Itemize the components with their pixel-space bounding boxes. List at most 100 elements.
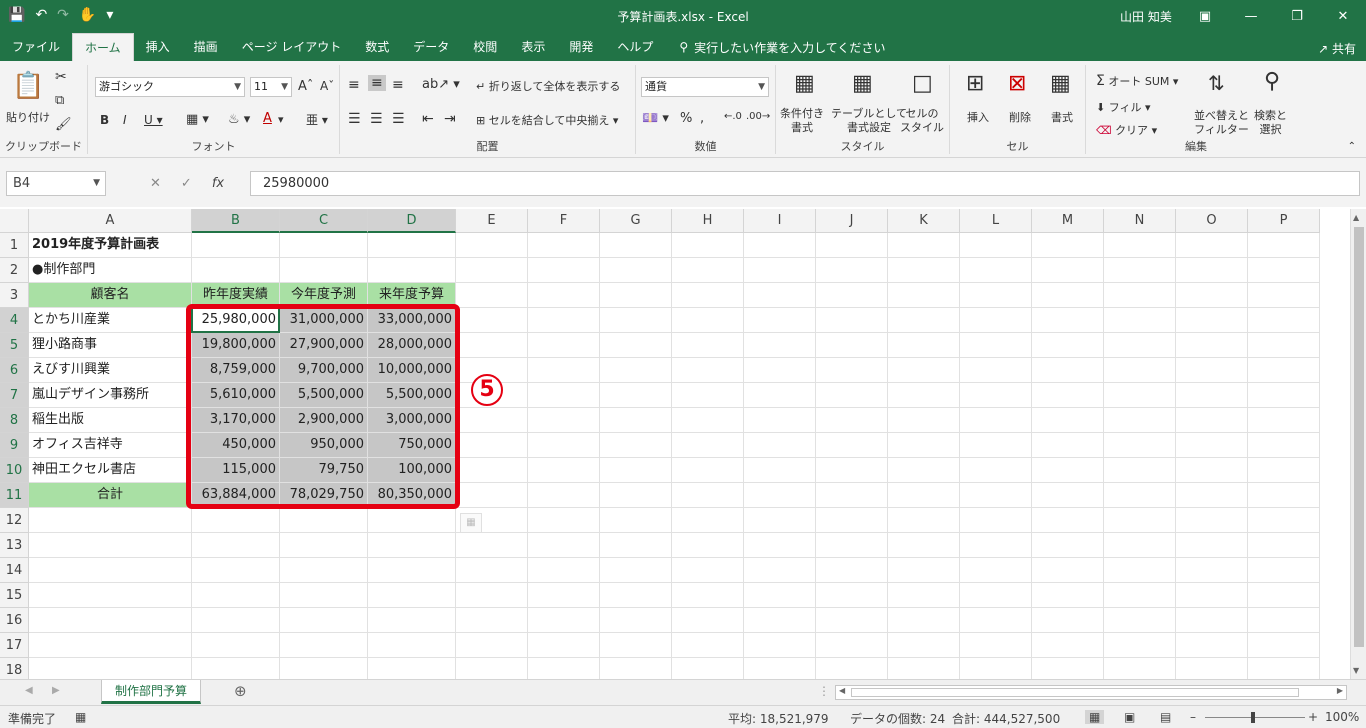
cell[interactable] [280,233,368,258]
format-as-table-button[interactable]: テーブルとして 書式設定 [831,107,907,135]
cell[interactable] [192,258,280,283]
cell[interactable] [888,533,960,558]
orientation-icon[interactable]: ab↗ ▾ [422,77,460,92]
cell[interactable] [29,508,192,533]
fill-color-icon[interactable]: ♨ ▾ [228,112,250,127]
cell[interactable] [29,583,192,608]
copy-icon[interactable]: ⧉ [55,93,64,108]
splitter-handle[interactable]: ⋮ [818,684,830,698]
cell[interactable] [888,583,960,608]
cell[interactable] [600,233,672,258]
cell[interactable] [960,283,1032,308]
cell[interactable] [600,333,672,358]
sort-filter-button[interactable]: 並べ替えと フィルター [1194,109,1249,137]
cell[interactable] [672,233,744,258]
cell[interactable] [1104,383,1176,408]
cell[interactable] [672,533,744,558]
minimize-icon[interactable]: — [1228,0,1274,33]
cell[interactable] [600,283,672,308]
insert-cells-button[interactable]: 挿入 [967,109,989,125]
tab-review[interactable]: 校閲 [461,33,509,61]
format-painter-icon[interactable]: 🖌 [55,117,72,132]
cell[interactable] [280,258,368,283]
cell[interactable] [1104,408,1176,433]
tab-file[interactable]: ファイル [0,33,72,61]
cell[interactable] [368,508,456,533]
align-center-icon[interactable]: ☰ [370,111,383,127]
column-header-n[interactable]: N [1104,209,1176,233]
sort-filter-icon[interactable]: ⇅ [1208,71,1225,95]
cell[interactable] [816,433,888,458]
cell[interactable] [1104,533,1176,558]
formula-input[interactable]: 25980000 [250,171,1360,196]
cell[interactable] [1032,408,1104,433]
column-header-e[interactable]: E [456,209,528,233]
align-left-icon[interactable]: ☰ [348,111,361,127]
cell[interactable] [816,283,888,308]
cell[interactable] [744,283,816,308]
cell[interactable] [1104,358,1176,383]
merge-center-button[interactable]: ⊞ セルを結合して中央揃え ▾ [476,112,618,128]
cell[interactable] [1248,508,1320,533]
sheet-title-cell[interactable]: 2019年度予算計画表 [29,233,192,258]
cell[interactable] [1248,533,1320,558]
cell[interactable] [456,658,528,679]
cell[interactable] [1176,558,1248,583]
customer-name-cell[interactable]: 嵐山デザイン事務所 [29,383,192,408]
cell[interactable] [672,483,744,508]
cell[interactable] [29,633,192,658]
border-icon[interactable]: ▦ ▾ [186,112,209,127]
cell[interactable] [1104,283,1176,308]
cell[interactable] [672,333,744,358]
cell[interactable] [744,433,816,458]
cell[interactable] [192,558,280,583]
cell[interactable] [280,583,368,608]
cell[interactable] [456,483,528,508]
row-header-5[interactable]: 5 [0,333,29,358]
row-header-8[interactable]: 8 [0,408,29,433]
cell[interactable] [888,258,960,283]
cell[interactable] [1176,483,1248,508]
scroll-up-icon[interactable]: ▲ [1353,213,1359,222]
zoom-in-icon[interactable]: + [1308,710,1318,724]
cell[interactable] [192,233,280,258]
cell[interactable] [1176,458,1248,483]
row-header-7[interactable]: 7 [0,383,29,408]
cell[interactable] [29,658,192,679]
customer-name-cell[interactable]: 神田エクセル書店 [29,458,192,483]
cell[interactable] [744,608,816,633]
cell[interactable] [456,333,528,358]
cell[interactable] [1176,333,1248,358]
cell[interactable] [528,633,600,658]
cell[interactable] [1104,308,1176,333]
cell[interactable] [960,558,1032,583]
cell[interactable] [1248,483,1320,508]
cell[interactable] [1032,608,1104,633]
cell[interactable] [600,633,672,658]
cancel-icon[interactable]: ✕ [150,176,161,191]
cell[interactable] [1032,283,1104,308]
cell[interactable] [744,483,816,508]
cell[interactable] [1032,583,1104,608]
customer-name-cell[interactable]: 狸小路商事 [29,333,192,358]
prev-sheet-icon[interactable]: ◀ [25,685,33,696]
cell[interactable] [744,383,816,408]
cell[interactable] [1176,283,1248,308]
cell[interactable] [368,533,456,558]
cell[interactable] [1248,358,1320,383]
tab-formulas[interactable]: 数式 [353,33,401,61]
align-middle-icon[interactable]: ≡ [368,75,386,91]
shrink-font-icon[interactable]: Aˇ [320,79,334,93]
cell[interactable] [1032,333,1104,358]
delete-cells-icon[interactable]: ⊠ [1008,71,1026,96]
cell-styles-icon[interactable]: □ [912,71,933,96]
cell[interactable] [960,458,1032,483]
cell[interactable] [528,508,600,533]
cell[interactable] [1248,633,1320,658]
cell[interactable] [672,358,744,383]
cell[interactable] [1176,308,1248,333]
cell[interactable] [960,608,1032,633]
tell-me-box[interactable]: ⚲ 実行したい作業を入力してください [665,39,885,56]
cell[interactable] [1104,258,1176,283]
cell[interactable] [888,333,960,358]
